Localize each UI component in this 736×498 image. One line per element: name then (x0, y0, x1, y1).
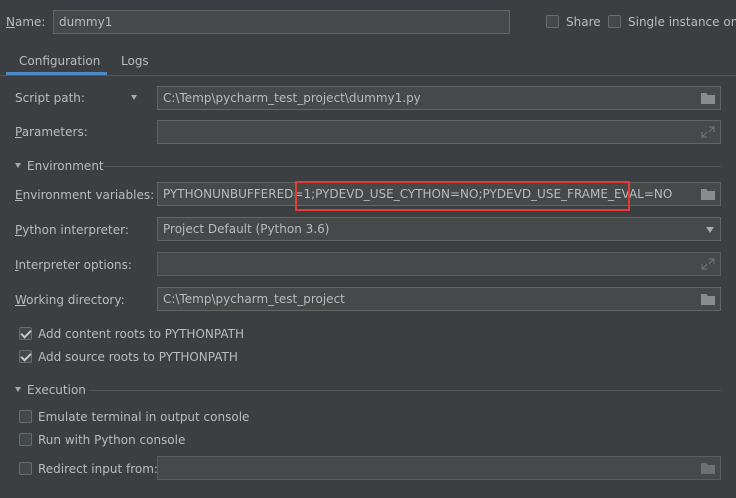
interpreter-label: Python interpreter: (15, 223, 129, 237)
script-path-value: C:\Temp\pycharm_test_project\dummy1.py (163, 91, 421, 105)
folder-icon[interactable] (700, 91, 716, 105)
name-label: Name: (6, 15, 46, 29)
add-content-roots-checkbox[interactable] (19, 327, 32, 340)
script-path-label: Script path: (15, 91, 85, 105)
folder-icon[interactable] (700, 461, 716, 475)
env-vars-label: Environment variables: (15, 188, 155, 202)
interpreter-options-label: Interpreter options: (15, 258, 132, 272)
script-path-dropdown-icon[interactable] (131, 95, 137, 100)
execution-collapse-icon[interactable] (15, 387, 21, 392)
execution-divider (89, 390, 721, 391)
interpreter-options-input[interactable] (157, 252, 721, 276)
redirect-input-label: Redirect input from: (38, 462, 158, 476)
parameters-input[interactable] (157, 120, 721, 144)
add-content-roots-label: Add content roots to PYTHONPATH (38, 327, 244, 341)
highlight-annotation (295, 181, 630, 211)
share-label: Share (566, 15, 601, 29)
chevron-down-icon[interactable] (706, 227, 714, 233)
run-python-console-checkbox[interactable] (19, 433, 32, 446)
working-dir-input[interactable]: C:\Temp\pycharm_test_project (157, 287, 721, 311)
run-python-console-label: Run with Python console (38, 433, 186, 447)
tab-divider (0, 75, 736, 76)
execution-section-title: Execution (27, 383, 86, 397)
script-path-input[interactable]: C:\Temp\pycharm_test_project\dummy1.py (157, 86, 721, 110)
folder-icon[interactable] (700, 187, 716, 201)
emulate-terminal-label: Emulate terminal in output console (38, 410, 250, 424)
name-input[interactable]: dummy1 (53, 10, 510, 34)
redirect-input-checkbox[interactable] (19, 462, 32, 475)
working-dir-label: Working directory: (15, 293, 125, 307)
single-instance-checkbox[interactable] (608, 15, 621, 28)
expand-icon[interactable] (700, 125, 716, 139)
emulate-terminal-checkbox[interactable] (19, 410, 32, 423)
environment-section-title: Environment (27, 159, 104, 173)
single-instance-label: Single instance only (628, 15, 736, 29)
expand-icon[interactable] (700, 257, 716, 271)
parameters-label: Parameters: (15, 125, 88, 139)
environment-divider (103, 166, 721, 167)
add-source-roots-checkbox[interactable] (19, 350, 32, 363)
redirect-input-field[interactable] (157, 456, 721, 480)
interpreter-value: Project Default (Python 3.6) (163, 222, 330, 236)
working-dir-value: C:\Temp\pycharm_test_project (163, 292, 345, 306)
add-source-roots-label: Add source roots to PYTHONPATH (38, 350, 238, 364)
share-checkbox[interactable] (546, 15, 559, 28)
environment-collapse-icon[interactable] (15, 163, 21, 168)
interpreter-select[interactable]: Project Default (Python 3.6) (157, 217, 721, 241)
tab-logs[interactable]: Logs (121, 53, 149, 69)
tab-configuration[interactable]: Configuration (19, 53, 100, 69)
folder-icon[interactable] (700, 292, 716, 306)
